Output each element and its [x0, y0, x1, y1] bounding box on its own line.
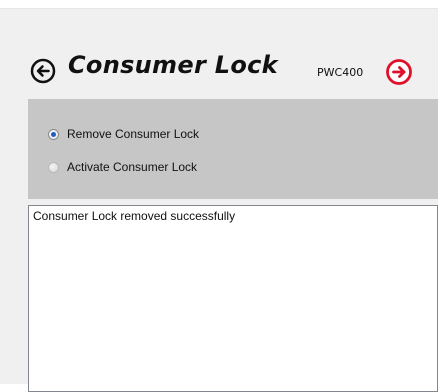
- back-arrow-circle-icon: [30, 58, 56, 84]
- next-button[interactable]: [385, 58, 413, 86]
- output-message: Consumer Lock removed successfully: [33, 209, 236, 223]
- back-button[interactable]: [30, 58, 56, 84]
- radio-option-remove[interactable]: Remove Consumer Lock: [48, 127, 199, 141]
- radio-label-activate: Activate Consumer Lock: [67, 160, 198, 174]
- radio-label-remove: Remove Consumer Lock: [67, 127, 200, 141]
- consumer-lock-window: Consumer Lock PWC400 Remove Consumer Loc…: [0, 8, 438, 392]
- output-textbox[interactable]: Consumer Lock removed successfully: [28, 205, 438, 392]
- model-label: PWC400: [317, 66, 364, 79]
- page-title: Consumer Lock: [68, 51, 278, 79]
- next-arrow-circle-icon: [386, 59, 412, 85]
- radio-button-checked[interactable]: [48, 128, 59, 140]
- radio-option-activate[interactable]: Activate Consumer Lock: [48, 160, 197, 174]
- options-panel: Remove Consumer Lock Activate Consumer L…: [28, 99, 438, 199]
- radio-button-unchecked[interactable]: [48, 161, 59, 173]
